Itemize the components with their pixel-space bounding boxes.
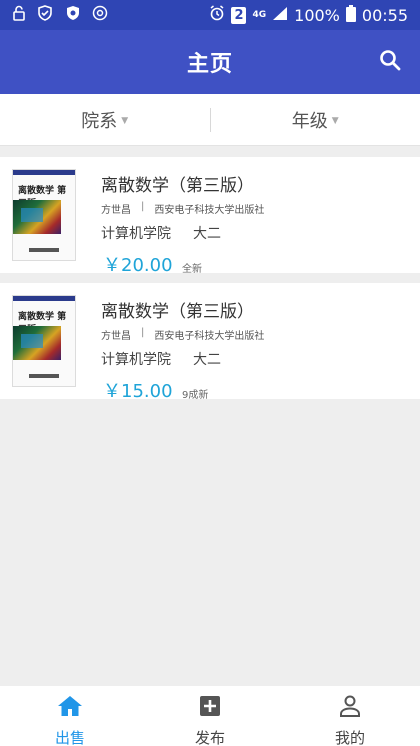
book-list: 离散数学 第三版 离散数学（第三版） 方世昌 | 西安电子科技大学出版社 计算机… bbox=[0, 157, 420, 409]
tab-label: 发布 bbox=[194, 729, 225, 746]
filter-bar: 院系 ▼ 年级 ▼ bbox=[0, 94, 420, 146]
add-box-icon bbox=[198, 694, 222, 722]
lock-icon bbox=[12, 5, 26, 25]
book-title: 离散数学（第三版） bbox=[101, 302, 254, 322]
person-icon bbox=[338, 694, 362, 722]
shield-check-icon bbox=[36, 5, 54, 25]
book-grade: 大二 bbox=[193, 226, 221, 242]
book-college: 计算机学院 bbox=[101, 352, 171, 368]
book-publisher: 西安电子科技大学出版社 bbox=[154, 331, 265, 342]
clock: 00:55 bbox=[361, 5, 408, 25]
tab-publish[interactable]: 发布 bbox=[140, 686, 280, 746]
book-meta: 方世昌 | 西安电子科技大学出版社 bbox=[101, 327, 264, 342]
chevron-down-icon: ▼ bbox=[331, 116, 339, 126]
book-list-item[interactable]: 离散数学 第三版 离散数学（第三版） 方世昌 | 西安电子科技大学出版社 计算机… bbox=[0, 157, 420, 276]
book-title: 离散数学（第三版） bbox=[101, 176, 254, 196]
meta-separator: | bbox=[141, 327, 145, 338]
book-price: ￥15.00 bbox=[103, 381, 173, 402]
book-condition: 全新 bbox=[182, 264, 202, 275]
book-meta: 方世昌 | 西安电子科技大学出版社 bbox=[101, 201, 264, 216]
department-filter[interactable]: 院系 ▼ bbox=[0, 94, 210, 145]
page-title: 主页 bbox=[186, 52, 233, 77]
network-type: 4G bbox=[252, 9, 267, 20]
signal-icon bbox=[272, 6, 288, 25]
battery-icon bbox=[345, 4, 356, 26]
app-bar: 主页 bbox=[0, 30, 420, 94]
shield-badge-icon bbox=[64, 5, 82, 25]
book-list-item[interactable]: 离散数学 第三版 离散数学（第三版） 方世昌 | 西安电子科技大学出版社 计算机… bbox=[0, 283, 420, 402]
battery-percent: 100% bbox=[294, 5, 340, 25]
book-publisher: 西安电子科技大学出版社 bbox=[154, 205, 265, 216]
tab-sell[interactable]: 出售 bbox=[0, 686, 140, 746]
book-cover-image: 离散数学 第三版 bbox=[12, 169, 76, 261]
sim-badge: 2 bbox=[231, 6, 247, 24]
target-icon bbox=[92, 5, 108, 25]
book-college: 计算机学院 bbox=[101, 226, 171, 242]
status-bar: 2 4G 100% 00:55 bbox=[0, 0, 420, 30]
tab-mine[interactable]: 我的 bbox=[280, 686, 420, 746]
meta-separator: | bbox=[141, 201, 145, 212]
book-price: ￥20.00 bbox=[103, 255, 173, 276]
notification-icons bbox=[12, 5, 108, 25]
search-button[interactable] bbox=[376, 48, 404, 76]
grade-filter-label: 年级 bbox=[291, 110, 328, 132]
home-icon bbox=[57, 694, 83, 722]
bottom-tab-bar: 出售 发布 我的 bbox=[0, 686, 420, 746]
book-cover-image: 离散数学 第三版 bbox=[12, 295, 76, 387]
alarm-icon bbox=[209, 5, 225, 25]
grade-filter[interactable]: 年级 ▼ bbox=[211, 94, 420, 145]
department-filter-label: 院系 bbox=[81, 110, 118, 132]
chevron-down-icon: ▼ bbox=[121, 116, 129, 126]
tab-label: 我的 bbox=[334, 729, 365, 746]
book-author: 方世昌 bbox=[101, 205, 131, 216]
book-author: 方世昌 bbox=[101, 331, 131, 342]
book-tags: 计算机学院 大二 bbox=[101, 223, 221, 243]
search-icon bbox=[378, 48, 402, 76]
book-condition: 9成新 bbox=[182, 390, 209, 401]
system-status: 2 4G 100% 00:55 bbox=[209, 4, 408, 26]
book-grade: 大二 bbox=[193, 352, 221, 368]
tab-label: 出售 bbox=[54, 729, 85, 746]
book-tags: 计算机学院 大二 bbox=[101, 349, 221, 369]
